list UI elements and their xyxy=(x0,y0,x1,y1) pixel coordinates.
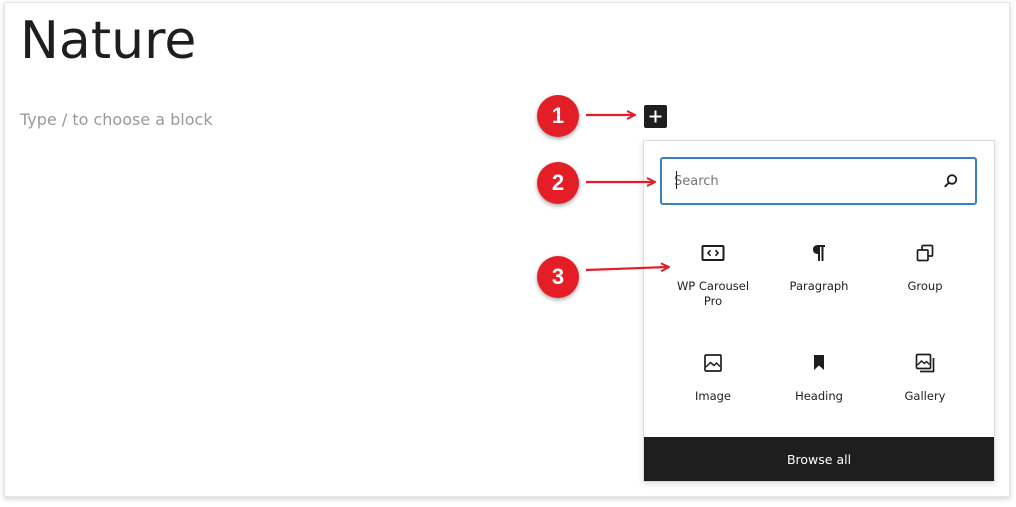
block-item-gallery[interactable]: Gallery xyxy=(873,351,977,443)
block-placeholder[interactable]: Type / to choose a block xyxy=(20,110,213,129)
annotation-marker-2: 2 xyxy=(537,162,579,204)
carousel-embed-icon xyxy=(701,245,725,261)
group-icon xyxy=(916,244,934,262)
block-item-paragraph[interactable]: Paragraph xyxy=(767,241,871,333)
block-item-image[interactable]: Image xyxy=(661,351,765,443)
block-item-label: WP Carousel Pro xyxy=(676,279,750,308)
paragraph-icon xyxy=(813,245,825,261)
block-item-label: Heading xyxy=(795,389,843,403)
bookmark-icon xyxy=(814,355,824,370)
block-item-label: Group xyxy=(907,279,943,293)
annotation-marker-1: 1 xyxy=(537,95,579,137)
browse-all-button[interactable]: Browse all xyxy=(644,437,994,481)
block-item-label: Gallery xyxy=(904,389,946,403)
block-item-wp-carousel-pro[interactable]: WP Carousel Pro xyxy=(661,241,765,333)
block-inserter-popover: WP Carousel Pro Paragraph Group xyxy=(643,140,995,482)
editor-canvas: Nature Type / to choose a block Search W… xyxy=(4,2,1010,497)
block-item-heading[interactable]: Heading xyxy=(767,351,871,443)
block-inserter-toggle[interactable] xyxy=(644,105,667,128)
block-item-label: Image xyxy=(694,389,732,403)
search-icon[interactable] xyxy=(943,173,959,189)
text-cursor xyxy=(676,171,677,189)
image-icon xyxy=(704,354,722,372)
annotation-marker-3: 3 xyxy=(537,256,579,298)
search-field[interactable] xyxy=(660,157,977,205)
block-item-group[interactable]: Group xyxy=(873,241,977,333)
gallery-icon xyxy=(915,353,935,373)
post-title[interactable]: Nature xyxy=(20,15,196,67)
block-item-label: Paragraph xyxy=(789,279,849,293)
search-input[interactable] xyxy=(674,170,924,192)
plus-icon xyxy=(649,110,662,123)
